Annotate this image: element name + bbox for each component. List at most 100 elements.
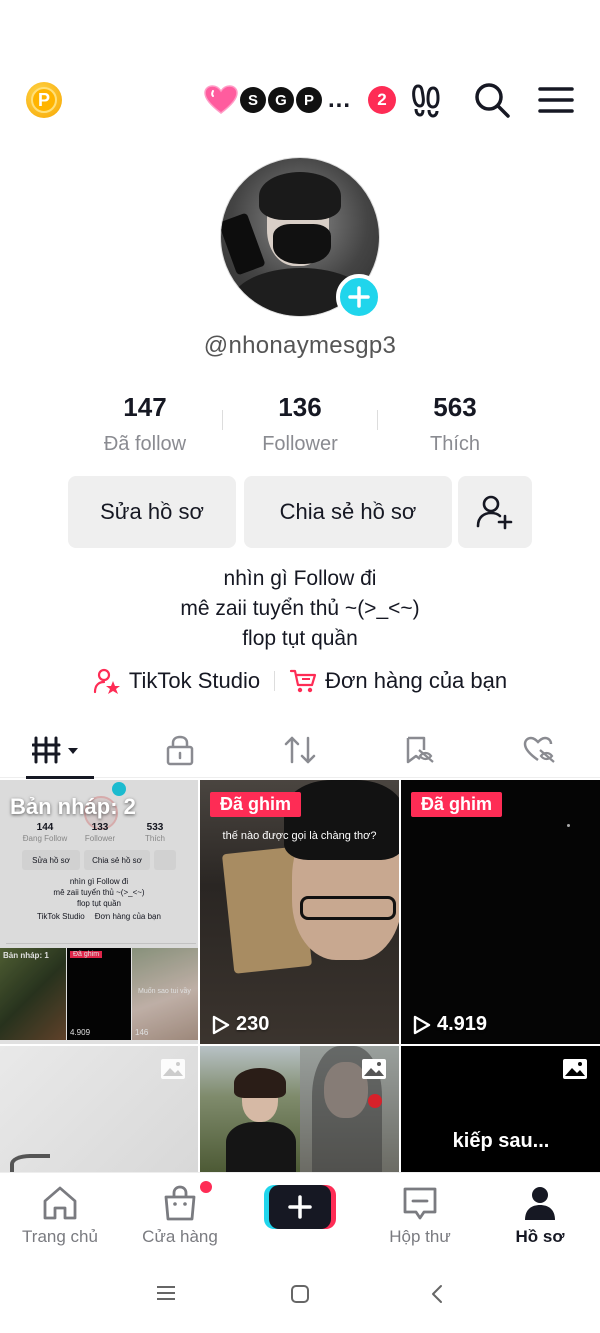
top-bar: P S G P ... 2 bbox=[0, 78, 600, 122]
nav-shop[interactable]: Cửa hàng bbox=[120, 1183, 240, 1247]
bio-line: flop tụt quần bbox=[242, 627, 358, 650]
video-caption: thế nào được gọi là chàng thơ? bbox=[222, 830, 377, 842]
friend-g-icon: G bbox=[268, 87, 294, 113]
video2-hair bbox=[284, 780, 399, 860]
video-tile[interactable]: Đã ghim 4.919 bbox=[401, 780, 600, 1044]
photo-tile[interactable] bbox=[200, 1046, 399, 1172]
bio-line: mê zaii tuyển thủ ~(>_<~) bbox=[180, 597, 420, 620]
photo5-hair1 bbox=[234, 1068, 286, 1098]
avatar-phone bbox=[221, 212, 266, 276]
nav-profile[interactable]: Hồ sơ bbox=[480, 1183, 600, 1247]
nav-label: Hộp thư bbox=[389, 1227, 451, 1246]
friend-s-icon: S bbox=[240, 87, 266, 113]
nav-label: Trang chủ bbox=[22, 1227, 98, 1246]
plus-icon bbox=[348, 286, 370, 308]
search-icon[interactable] bbox=[472, 80, 512, 120]
menu-icon[interactable] bbox=[536, 80, 576, 120]
stat-following[interactable]: 147 Đã follow bbox=[70, 392, 220, 456]
inbox-icon bbox=[403, 1187, 437, 1220]
tab-reposts[interactable] bbox=[240, 722, 360, 778]
stat-value: 563 bbox=[433, 392, 477, 422]
tab-videos[interactable] bbox=[0, 722, 120, 779]
divider bbox=[222, 410, 223, 430]
bottom-nav: Trang chủ Cửa hàng Hộp thư Hồ sơ bbox=[0, 1172, 600, 1254]
stat-likes[interactable]: 563 Thích bbox=[380, 392, 530, 456]
photo-icon bbox=[161, 1059, 185, 1079]
bio: nhìn gì Follow đi mê zaii tuyển thủ ~(>_… bbox=[0, 564, 600, 654]
tab-private[interactable] bbox=[120, 722, 240, 778]
coin-icon[interactable]: P bbox=[26, 82, 62, 118]
photo5-body1 bbox=[226, 1122, 296, 1172]
shop-notification-dot bbox=[200, 1181, 212, 1193]
grid-icon bbox=[32, 736, 78, 764]
recent-apps-icon[interactable] bbox=[154, 1284, 178, 1302]
nav-inbox[interactable]: Hộp thư bbox=[360, 1183, 480, 1247]
nav-label: Hồ sơ bbox=[515, 1227, 565, 1246]
tab-liked[interactable] bbox=[480, 722, 600, 778]
photo5-flower bbox=[368, 1094, 382, 1108]
view-count-value: 4.919 bbox=[437, 1013, 488, 1035]
divider bbox=[377, 410, 378, 430]
bookmark-hidden-icon bbox=[406, 736, 434, 764]
create-button[interactable] bbox=[264, 1185, 336, 1229]
tab-underline bbox=[26, 776, 94, 779]
pinned-badge: Đã ghim bbox=[210, 792, 302, 817]
nav-home[interactable]: Trang chủ bbox=[0, 1183, 120, 1247]
nav-label: Cửa hàng bbox=[142, 1227, 218, 1246]
video-grid: 144 Đang Follow 133 Follower 533 Thích Sửa … bbox=[0, 780, 600, 1172]
video-tile[interactable]: thế nào được gọi là chàng thơ? Đã ghim 2… bbox=[200, 780, 399, 1044]
stat-value: 147 bbox=[123, 392, 167, 422]
avatar-hair bbox=[259, 172, 341, 220]
orders-label: Đơn hàng của bạn bbox=[325, 668, 508, 693]
stat-value: 136 bbox=[278, 392, 322, 422]
share-profile-button[interactable]: Chia sẻ hồ sơ bbox=[244, 476, 452, 548]
repost-icon bbox=[284, 736, 316, 764]
pinned-badge: Đã ghim bbox=[411, 792, 503, 817]
stat-followers[interactable]: 136 Follower bbox=[225, 392, 375, 456]
divider bbox=[274, 671, 276, 691]
notification-badge[interactable]: 2 bbox=[368, 86, 396, 114]
orders-link[interactable]: Đơn hàng của bạn bbox=[289, 667, 507, 695]
play-icon bbox=[413, 1015, 431, 1034]
stat-label: Thích bbox=[429, 433, 481, 455]
shop-bag-icon bbox=[164, 1185, 196, 1221]
photo-caption: kiếp sau... bbox=[452, 1130, 550, 1152]
view-count: 4.919 bbox=[413, 1013, 487, 1036]
video3-dot bbox=[567, 824, 570, 827]
drafts-tile[interactable]: 144 Đang Follow 133 Follower 533 Thích Sửa … bbox=[0, 780, 198, 1044]
tiktok-studio-link[interactable]: TikTok Studio bbox=[93, 667, 260, 695]
photo-tile[interactable]: kiếp sau... bbox=[401, 1046, 600, 1172]
profile-links: TikTok Studio Đơn hàng của bạn bbox=[0, 666, 600, 696]
stat-label: Follower bbox=[262, 433, 338, 455]
footprints-icon[interactable] bbox=[408, 80, 448, 120]
lock-icon bbox=[166, 735, 194, 766]
studio-icon bbox=[93, 668, 120, 694]
photo-icon bbox=[563, 1059, 587, 1079]
profile-stats: 147 Đã follow 136 Follower 563 Thích bbox=[0, 392, 600, 458]
photo4-letter bbox=[10, 1154, 50, 1172]
video2-glasses bbox=[300, 896, 396, 920]
friends-strip[interactable]: S G P ... bbox=[204, 84, 351, 116]
heart-hidden-icon bbox=[523, 736, 555, 763]
edit-profile-button[interactable]: Sửa hồ sơ bbox=[68, 476, 236, 548]
heart-icon bbox=[204, 85, 238, 114]
add-user-icon bbox=[476, 495, 513, 530]
cart-icon bbox=[290, 669, 317, 693]
coin-letter: P bbox=[31, 87, 57, 113]
home-icon bbox=[43, 1186, 77, 1220]
photo-tile[interactable] bbox=[0, 1046, 198, 1172]
studio-label: TikTok Studio bbox=[128, 668, 261, 693]
username: @nhonaymesgp3 bbox=[203, 332, 397, 359]
stat-label: Đã follow bbox=[103, 433, 187, 455]
back-icon[interactable] bbox=[426, 1282, 450, 1306]
draft-label: Bản nháp: 2 bbox=[10, 794, 136, 819]
tab-saved[interactable] bbox=[360, 722, 480, 778]
home-button-icon[interactable] bbox=[288, 1282, 312, 1306]
photo-icon bbox=[362, 1059, 386, 1079]
profile-icon bbox=[525, 1187, 555, 1220]
add-friend-button[interactable] bbox=[458, 476, 532, 548]
more-dots: ... bbox=[328, 86, 352, 113]
view-count: 230 bbox=[212, 1013, 269, 1036]
create-plus-icon bbox=[264, 1185, 336, 1229]
add-avatar-button[interactable] bbox=[336, 274, 382, 320]
